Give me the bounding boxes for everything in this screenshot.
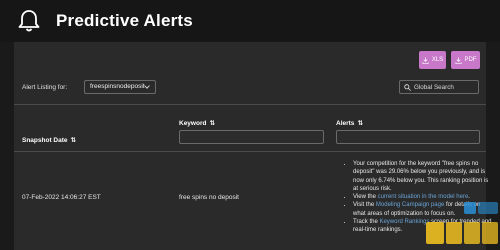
header-bar: Predictive Alerts	[0, 0, 500, 42]
alert-listing-select[interactable]: freespinsnodeposit	[84, 80, 156, 94]
download-icon	[422, 56, 429, 64]
export-pdf-button[interactable]: PDF	[451, 51, 480, 69]
page-title: Predictive Alerts	[56, 11, 193, 30]
sort-icon[interactable]: ⇅	[209, 119, 214, 127]
watermark-logo	[426, 202, 498, 244]
alerts-filter-input[interactable]	[336, 130, 480, 144]
sort-icon[interactable]: ⇅	[71, 136, 76, 144]
sort-icon[interactable]: ⇅	[357, 119, 362, 127]
alert-item: Your competition for the keyword "free s…	[353, 160, 493, 193]
export-xls-button[interactable]: XLS	[419, 51, 446, 69]
pdf-label: PDF	[464, 57, 477, 63]
column-header-snapshot-date[interactable]: Snapshot Date ⇅	[22, 136, 76, 145]
alert-listing-value: freespinsnodeposit	[90, 83, 145, 90]
download-icon	[455, 56, 461, 64]
column-header-keyword[interactable]: Keyword ⇅	[179, 119, 215, 128]
snapshot-date-cell: 07-Feb-2022 14:06:27 EST	[22, 194, 101, 201]
alerts-panel: XLS PDF Alert Listing for: freespinsnode…	[14, 42, 492, 250]
keyword-filter-input[interactable]	[179, 130, 324, 144]
global-search[interactable]	[399, 80, 479, 94]
alert-listing-label: Alert Listing for:	[22, 84, 68, 91]
column-header-alerts[interactable]: Alerts ⇅	[336, 119, 363, 128]
keyword-cell: free spins no deposit	[179, 194, 239, 201]
divider	[14, 151, 486, 152]
divider	[14, 104, 486, 105]
search-icon	[404, 84, 411, 91]
bell-icon	[18, 10, 40, 32]
global-search-input[interactable]	[414, 82, 476, 92]
chevron-down-icon	[144, 85, 150, 89]
xls-label: XLS	[431, 57, 444, 63]
